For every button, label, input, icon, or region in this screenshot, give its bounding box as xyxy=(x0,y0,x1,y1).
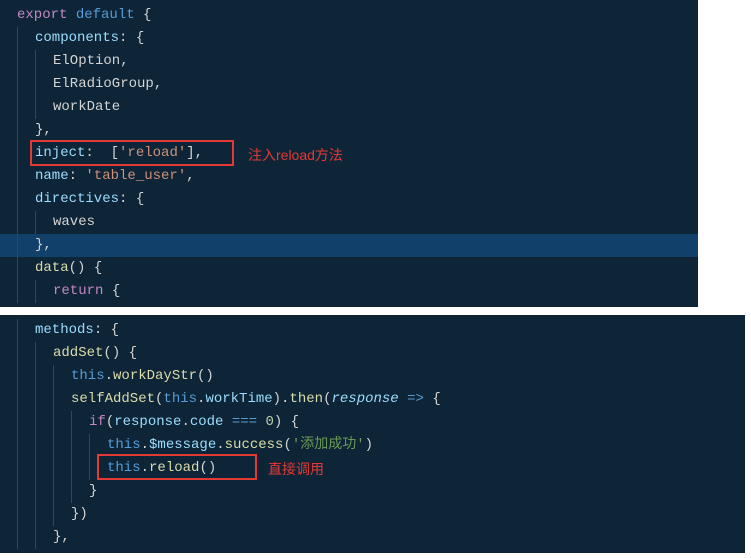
code-line: ElRadioGroup, xyxy=(0,73,698,96)
annotation-reload: 直接调用 xyxy=(268,458,324,481)
code-line: directives: { xyxy=(0,188,698,211)
code-line: } xyxy=(0,480,745,503)
code-line: methods: { xyxy=(0,319,745,342)
code-line: this.reload() xyxy=(0,457,745,480)
code-line: if(response.code === 0) { xyxy=(0,411,745,434)
code-block-1: export default { components: { ElOption,… xyxy=(0,0,698,307)
code-line: return { xyxy=(0,280,698,303)
code-line: waves xyxy=(0,211,698,234)
code-line: workDate xyxy=(0,96,698,119)
code-block-2: methods: { addSet() { this.workDayStr() … xyxy=(0,315,745,553)
code-line-highlighted: }, xyxy=(0,234,698,257)
code-line: }) xyxy=(0,503,745,526)
code-line: this.$message.success('添加成功') xyxy=(0,434,745,457)
code-line: inject: ['reload'], xyxy=(0,142,698,165)
code-line: ElOption, xyxy=(0,50,698,73)
code-line: components: { xyxy=(0,27,698,50)
code-line: }, xyxy=(0,119,698,142)
code-line: selfAddSet(this.workTime).then(response … xyxy=(0,388,745,411)
code-line: export default { xyxy=(0,4,698,27)
code-line: addSet() { xyxy=(0,342,745,365)
code-line: name: 'table_user', xyxy=(0,165,698,188)
code-line: data() { xyxy=(0,257,698,280)
code-line: }, xyxy=(0,526,745,549)
annotation-inject: 注入reload方法 xyxy=(248,144,343,167)
code-line: this.workDayStr() xyxy=(0,365,745,388)
